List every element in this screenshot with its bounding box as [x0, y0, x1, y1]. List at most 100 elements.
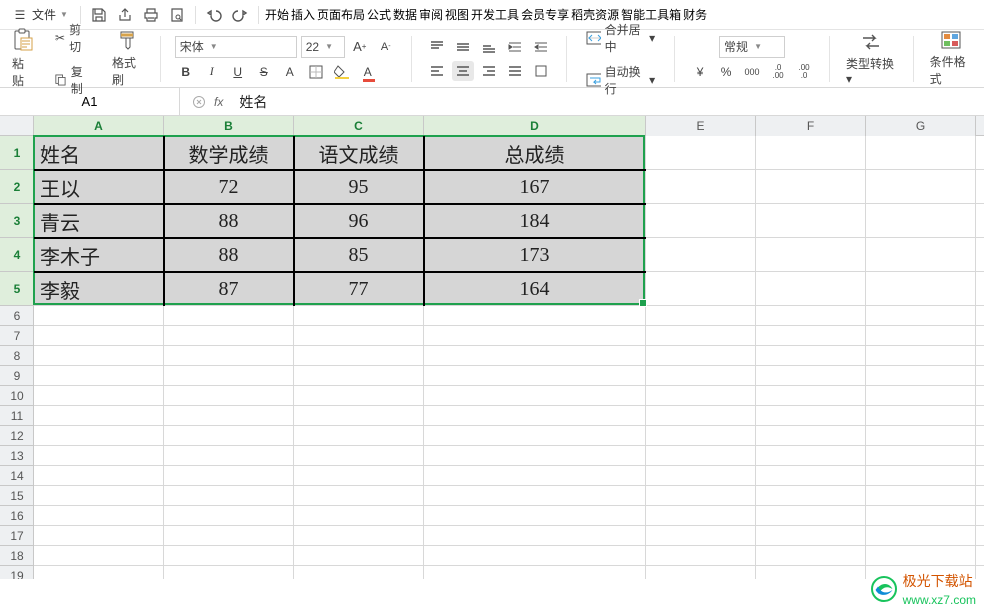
column-header[interactable]: D [424, 116, 646, 136]
cell[interactable]: 95 [294, 170, 424, 204]
align-top-icon[interactable] [426, 37, 448, 57]
row-header[interactable]: 19 [0, 566, 34, 579]
tab-insert[interactable]: 插入 [291, 6, 315, 23]
cell[interactable] [866, 426, 976, 446]
cell[interactable] [34, 306, 164, 326]
row-header[interactable]: 9 [0, 366, 34, 386]
cell[interactable] [424, 566, 646, 579]
align-justify-icon[interactable] [504, 61, 526, 81]
cell[interactable] [34, 346, 164, 366]
increase-font-icon[interactable]: A+ [349, 37, 371, 57]
fx-label[interactable]: fx [214, 95, 223, 109]
cell[interactable] [294, 446, 424, 466]
cell[interactable] [646, 366, 756, 386]
cell[interactable] [866, 546, 976, 566]
row-header[interactable]: 3 [0, 204, 34, 238]
cell[interactable]: 85 [294, 238, 424, 272]
cell[interactable] [294, 526, 424, 546]
cell[interactable] [866, 170, 976, 204]
cell[interactable]: 88 [164, 238, 294, 272]
cell[interactable] [294, 366, 424, 386]
cell[interactable] [424, 426, 646, 446]
cell[interactable] [164, 526, 294, 546]
cell[interactable] [164, 386, 294, 406]
cell[interactable] [866, 306, 976, 326]
currency-icon[interactable]: ¥ [689, 62, 711, 82]
conditional-format-button[interactable]: 条件格式 [924, 28, 978, 89]
cell[interactable] [756, 566, 866, 579]
cell[interactable] [866, 366, 976, 386]
row-header[interactable]: 6 [0, 306, 34, 326]
print-icon[interactable] [139, 3, 163, 27]
cell[interactable] [34, 566, 164, 579]
row-header[interactable]: 7 [0, 326, 34, 346]
formula-input[interactable]: 姓名 [231, 88, 984, 115]
cell[interactable] [866, 526, 976, 546]
cut-button[interactable]: ✂剪切 [50, 19, 96, 57]
cell[interactable] [646, 238, 756, 272]
cell[interactable] [424, 466, 646, 486]
cell[interactable] [34, 486, 164, 506]
cell[interactable] [34, 366, 164, 386]
cell[interactable] [294, 326, 424, 346]
column-header[interactable]: G [866, 116, 976, 136]
column-header[interactable]: E [646, 116, 756, 136]
number-format-combo[interactable]: 常规▼ [719, 36, 785, 58]
row-header[interactable]: 18 [0, 546, 34, 566]
cell[interactable] [34, 386, 164, 406]
tab-vip[interactable]: 会员专享 [521, 6, 569, 23]
font-color-icon[interactable]: A [357, 62, 379, 82]
cell[interactable] [756, 136, 866, 170]
cell[interactable] [34, 446, 164, 466]
cell[interactable] [756, 526, 866, 546]
cell[interactable] [424, 326, 646, 346]
cell[interactable] [646, 386, 756, 406]
column-header[interactable]: C [294, 116, 424, 136]
cell[interactable] [756, 406, 866, 426]
cell[interactable] [294, 406, 424, 426]
increase-decimal-icon[interactable]: .0.00 [767, 62, 789, 82]
row-header[interactable]: 12 [0, 426, 34, 446]
decrease-font-icon[interactable]: A- [375, 37, 397, 57]
paste-button[interactable]: 粘贴 [6, 26, 40, 91]
cell[interactable]: 青云 [34, 204, 164, 238]
cell[interactable]: 184 [424, 204, 646, 238]
row-header[interactable]: 1 [0, 136, 34, 170]
cell[interactable] [756, 546, 866, 566]
name-box[interactable] [0, 88, 180, 115]
align-bottom-icon[interactable] [478, 37, 500, 57]
cell[interactable] [756, 446, 866, 466]
cell[interactable] [866, 506, 976, 526]
cell[interactable] [756, 306, 866, 326]
column-header[interactable]: F [756, 116, 866, 136]
row-header[interactable]: 11 [0, 406, 34, 426]
cell[interactable] [424, 446, 646, 466]
cell[interactable] [756, 486, 866, 506]
cell[interactable]: 总成绩 [424, 136, 646, 170]
indent-decrease-icon[interactable] [504, 37, 526, 57]
underline-icon[interactable]: U [227, 62, 249, 82]
cell[interactable] [646, 426, 756, 446]
tab-pagelayout[interactable]: 页面布局 [317, 6, 365, 23]
cell[interactable]: 88 [164, 204, 294, 238]
format-painter-button[interactable]: 格式刷 [106, 27, 150, 90]
cell[interactable] [866, 406, 976, 426]
percent-icon[interactable]: % [715, 62, 737, 82]
cell[interactable] [424, 386, 646, 406]
cell[interactable] [34, 506, 164, 526]
cell[interactable] [866, 204, 976, 238]
row-header[interactable]: 2 [0, 170, 34, 204]
align-middle-icon[interactable] [452, 37, 474, 57]
cell[interactable] [866, 486, 976, 506]
row-header[interactable]: 10 [0, 386, 34, 406]
font-a-icon[interactable]: A [279, 62, 301, 82]
orientation-icon[interactable] [530, 61, 552, 81]
cell[interactable] [646, 136, 756, 170]
cell[interactable] [646, 566, 756, 579]
cell[interactable] [164, 466, 294, 486]
cell[interactable] [646, 204, 756, 238]
row-header[interactable]: 15 [0, 486, 34, 506]
fill-color-icon[interactable] [331, 62, 353, 82]
cell[interactable] [164, 326, 294, 346]
cell-reference-input[interactable] [50, 94, 130, 109]
